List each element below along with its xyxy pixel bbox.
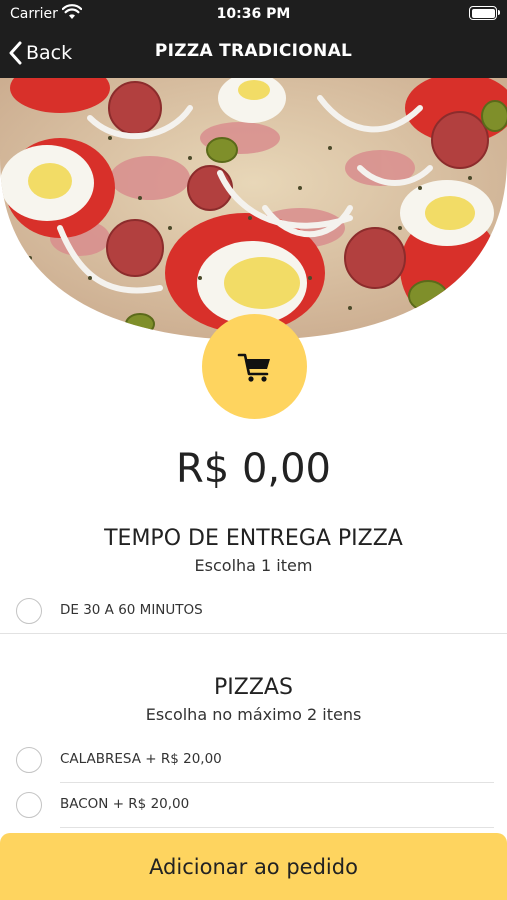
option-group-subtitle-pizzas: Escolha no máximo 2 itens bbox=[145, 705, 362, 724]
option-group-title-pizzas: PIZZAS bbox=[214, 675, 293, 700]
product-image bbox=[0, 78, 507, 340]
divider bbox=[60, 827, 494, 828]
status-time: 10:36 PM bbox=[216, 6, 291, 22]
status-bar: Carrier 10:36 PM bbox=[0, 0, 507, 28]
page-title: PIZZA TRADICIONAL bbox=[154, 41, 353, 61]
product-screen: Carrier 10:36 PM Back PIZZA TRADICIONAL bbox=[0, 0, 507, 900]
option-label: BACON + R$ 20,00 bbox=[60, 796, 190, 812]
option-row-calabresa[interactable]: CALABRESA + R$ 20,00 bbox=[0, 737, 507, 783]
option-row-bacon[interactable]: BACON + R$ 20,00 bbox=[0, 782, 507, 828]
add-to-order-button[interactable]: Adicionar ao pedido bbox=[0, 833, 507, 900]
divider bbox=[0, 633, 507, 634]
navigation-bar: Back PIZZA TRADICIONAL bbox=[0, 28, 507, 78]
option-label: DE 30 A 60 MINUTOS bbox=[60, 602, 203, 618]
option-group-subtitle-delivery: Escolha 1 item bbox=[194, 556, 313, 575]
product-price: R$ 0,00 bbox=[175, 446, 332, 492]
radio-button[interactable] bbox=[16, 792, 42, 818]
radio-button[interactable] bbox=[16, 598, 42, 624]
battery-icon bbox=[469, 6, 500, 20]
option-label: CALABRESA + R$ 20,00 bbox=[60, 751, 222, 767]
radio-button[interactable] bbox=[16, 747, 42, 773]
option-group-title-delivery: TEMPO DE ENTREGA PIZZA bbox=[104, 526, 403, 551]
cart-button[interactable] bbox=[202, 314, 307, 419]
option-row-delivery-time[interactable]: DE 30 A 60 MINUTOS bbox=[0, 588, 507, 634]
cart-icon bbox=[237, 353, 270, 382]
